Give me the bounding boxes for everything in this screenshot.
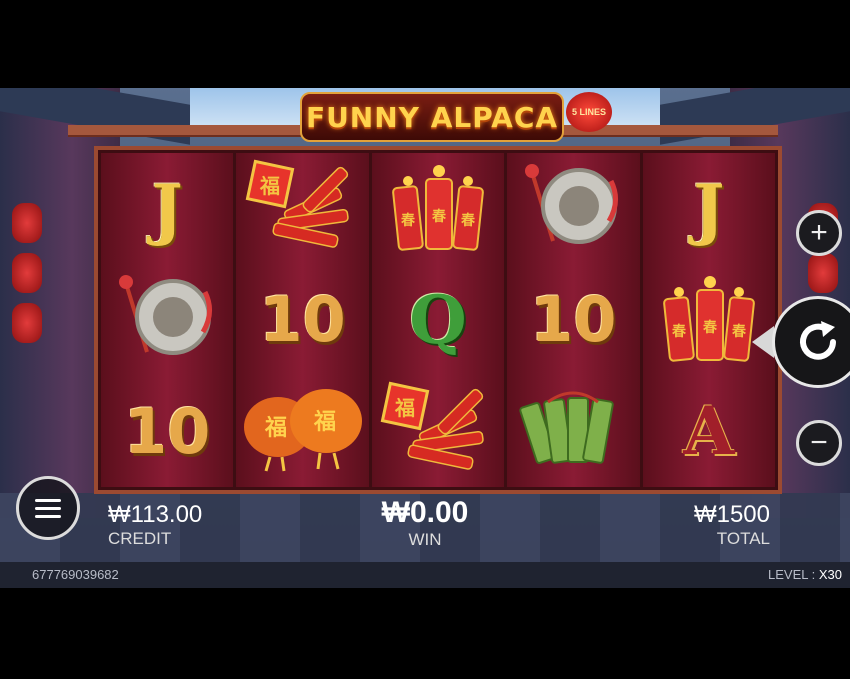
increase-bet-button[interactable]: + — [796, 210, 842, 256]
ten-symbol: 10 — [101, 376, 233, 487]
reel-4: 10 — [507, 153, 640, 487]
a-symbol-text: A — [683, 392, 735, 471]
firecracker-bundle-symbol: 福 — [236, 153, 368, 264]
svg-text:春: 春 — [400, 212, 416, 229]
svg-text:福: 福 — [313, 410, 336, 435]
level-label: LEVEL : — [768, 567, 816, 582]
firecrackers-symbol: 春春春 — [372, 153, 504, 264]
svg-text:春: 春 — [731, 323, 747, 340]
ten-symbol: 10 — [507, 264, 639, 375]
reel-5: J春春春A — [642, 153, 776, 487]
total-bet-display: ₩1500 TOTAL — [670, 501, 770, 549]
total-label: TOTAL — [716, 529, 770, 548]
firecrackers-icon: 春春春 — [388, 159, 488, 259]
ten-symbol-text: 10 — [124, 394, 211, 468]
gong-symbol — [101, 264, 233, 375]
reel-3: 春春春Q福 — [371, 153, 505, 487]
win-amount: ₩0.00 — [381, 496, 469, 529]
game-scene: FUNNY ALPACA 5 LINES J 10 福 10 福福春春春 Q 福 10 J 春春春… — [0, 88, 850, 588]
a-symbol: A — [643, 376, 775, 487]
lantern-symbol: 福福 — [236, 376, 368, 487]
session-id: 677769039682 — [32, 567, 119, 582]
j-symbol: J — [101, 153, 233, 264]
red-lantern-decoration — [808, 253, 838, 293]
svg-text:春: 春 — [431, 208, 447, 225]
firecracker-bundle-icon: 福 — [378, 381, 498, 481]
credit-display: ₩113.00 CREDIT — [108, 501, 202, 549]
gong-symbol — [507, 153, 639, 264]
hamburger-menu-icon — [35, 494, 61, 523]
q-symbol-text: Q — [409, 280, 467, 359]
win-display: ₩0.00 WIN — [380, 496, 470, 550]
j-symbol-text: J — [151, 169, 183, 248]
reel-grid: J 10 福 10 福福春春春 Q 福 10 J 春春春 A — [94, 146, 782, 494]
credit-amount: ₩113.00 — [108, 501, 203, 528]
firecracker-bundle-symbol: 福 — [372, 376, 504, 487]
ten-symbol-text: 10 — [259, 283, 346, 357]
win-label: WIN — [408, 530, 442, 549]
firecracker-bundle-icon: 福 — [243, 159, 363, 259]
gong-icon — [117, 272, 217, 367]
minus-icon: − — [810, 426, 828, 459]
decrease-bet-button[interactable]: − — [796, 420, 842, 466]
info-bar: 677769039682 LEVEL : X30 — [0, 562, 850, 588]
svg-text:福: 福 — [259, 174, 280, 198]
spin-arrow-icon — [800, 321, 836, 360]
firecrackers-icon: 春春春 — [659, 270, 759, 370]
reel-1: J 10 — [101, 153, 234, 487]
spin-pointer-icon — [752, 326, 774, 358]
ten-symbol-text: 10 — [530, 283, 617, 357]
red-lantern-decoration — [12, 303, 42, 343]
j-symbol: J — [643, 153, 775, 264]
red-lantern-decoration — [12, 203, 42, 243]
lines-badge: 5 LINES — [566, 92, 612, 132]
ten-symbol: 10 — [236, 264, 368, 375]
svg-text:福: 福 — [394, 396, 415, 420]
game-logo: FUNNY ALPACA — [300, 92, 564, 142]
gong-icon — [523, 161, 623, 256]
menu-button[interactable] — [16, 476, 80, 540]
jade-symbol — [507, 376, 639, 487]
red-lantern-decoration — [12, 253, 42, 293]
jade-tablets-icon — [518, 384, 628, 479]
level-value: X30 — [818, 567, 842, 582]
q-symbol: Q — [372, 264, 504, 375]
j-symbol-text: J — [693, 169, 725, 248]
level-indicator: LEVEL : X30 — [768, 567, 842, 582]
firecrackers-symbol: 春春春 — [643, 264, 775, 375]
total-amount: ₩1500 — [693, 501, 770, 528]
plus-icon: + — [810, 216, 828, 249]
svg-text:春: 春 — [671, 323, 687, 340]
reel-2: 福 10 福福 — [236, 153, 369, 487]
credit-label: CREDIT — [108, 529, 172, 548]
game-title: FUNNY ALPACA — [305, 100, 559, 134]
lantern-pair-icon: 福福 — [240, 381, 365, 481]
svg-text:春: 春 — [460, 212, 476, 229]
svg-text:福: 福 — [264, 416, 287, 441]
svg-text:春: 春 — [702, 319, 718, 336]
